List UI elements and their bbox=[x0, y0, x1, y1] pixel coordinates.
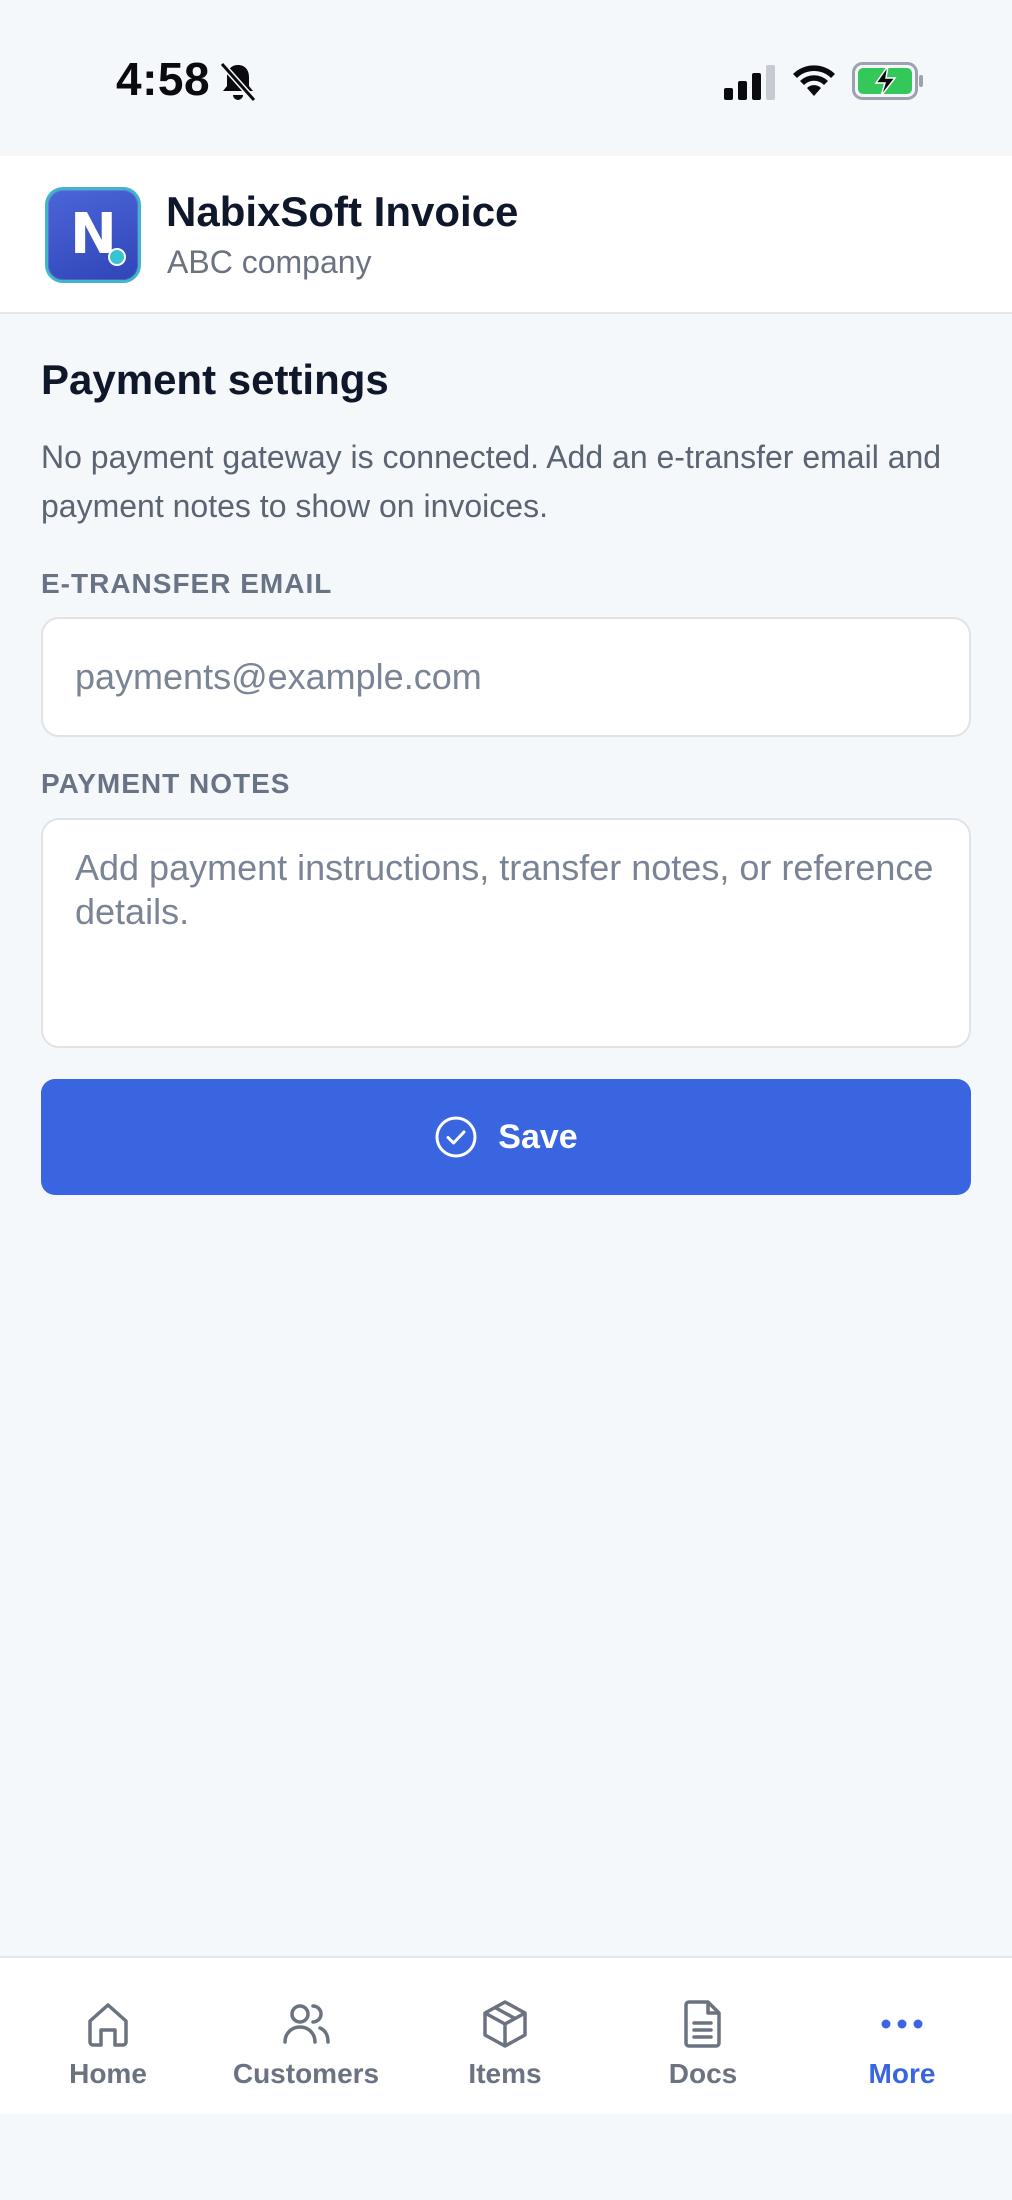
save-button-label: Save bbox=[498, 1117, 578, 1156]
etransfer-email-input[interactable] bbox=[41, 617, 971, 737]
users-icon bbox=[283, 2004, 330, 2044]
app-logo: N bbox=[45, 187, 141, 283]
logo-check-icon bbox=[108, 248, 126, 266]
tab-docs[interactable]: Docs bbox=[613, 1958, 793, 2116]
cellular-signal-icon bbox=[724, 65, 775, 100]
email-field-label: E-TRANSFER EMAIL bbox=[41, 568, 333, 599]
tab-home-label: Home bbox=[69, 2058, 147, 2089]
tab-customers-label: Customers bbox=[232, 2058, 380, 2089]
status-time: 4:58 bbox=[116, 53, 211, 105]
box-icon bbox=[483, 2000, 527, 2048]
tab-items[interactable]: Items bbox=[415, 1958, 595, 2116]
more-dots-icon bbox=[881, 2019, 923, 2029]
status-bar: 4:58 bbox=[0, 0, 1012, 156]
company-name: ABC company bbox=[167, 244, 372, 280]
save-button[interactable]: Save bbox=[41, 1079, 971, 1195]
app-header: N NabixSoft Invoice ABC company bbox=[0, 156, 1012, 314]
screen: 4:58 N NabixSoft Invoice ABC company Pay… bbox=[0, 0, 1012, 2200]
tab-more[interactable]: More bbox=[812, 1958, 992, 2116]
notes-field-label: PAYMENT NOTES bbox=[41, 768, 291, 799]
page-description: No payment gateway is connected. Add an … bbox=[41, 439, 942, 524]
tab-items-label: Items bbox=[468, 2058, 542, 2089]
tab-more-label: More bbox=[868, 2058, 936, 2089]
app-title: NabixSoft Invoice bbox=[166, 188, 519, 235]
home-indicator-area bbox=[0, 2114, 1012, 2200]
page-title: Payment settings bbox=[41, 356, 389, 403]
bottom-tab-bar: Home Customers Items Docs More bbox=[0, 1956, 1012, 2114]
check-circle-icon bbox=[435, 1116, 477, 1158]
wifi-icon bbox=[793, 65, 835, 96]
tab-home[interactable]: Home bbox=[18, 1958, 198, 2116]
battery-charging-icon bbox=[852, 62, 923, 100]
document-icon bbox=[684, 2000, 721, 2048]
payment-notes-textarea[interactable] bbox=[41, 818, 971, 1048]
tab-docs-label: Docs bbox=[668, 2058, 738, 2089]
bell-muted-icon bbox=[219, 62, 257, 102]
tab-customers[interactable]: Customers bbox=[216, 1958, 396, 2116]
home-icon bbox=[88, 2003, 128, 2047]
